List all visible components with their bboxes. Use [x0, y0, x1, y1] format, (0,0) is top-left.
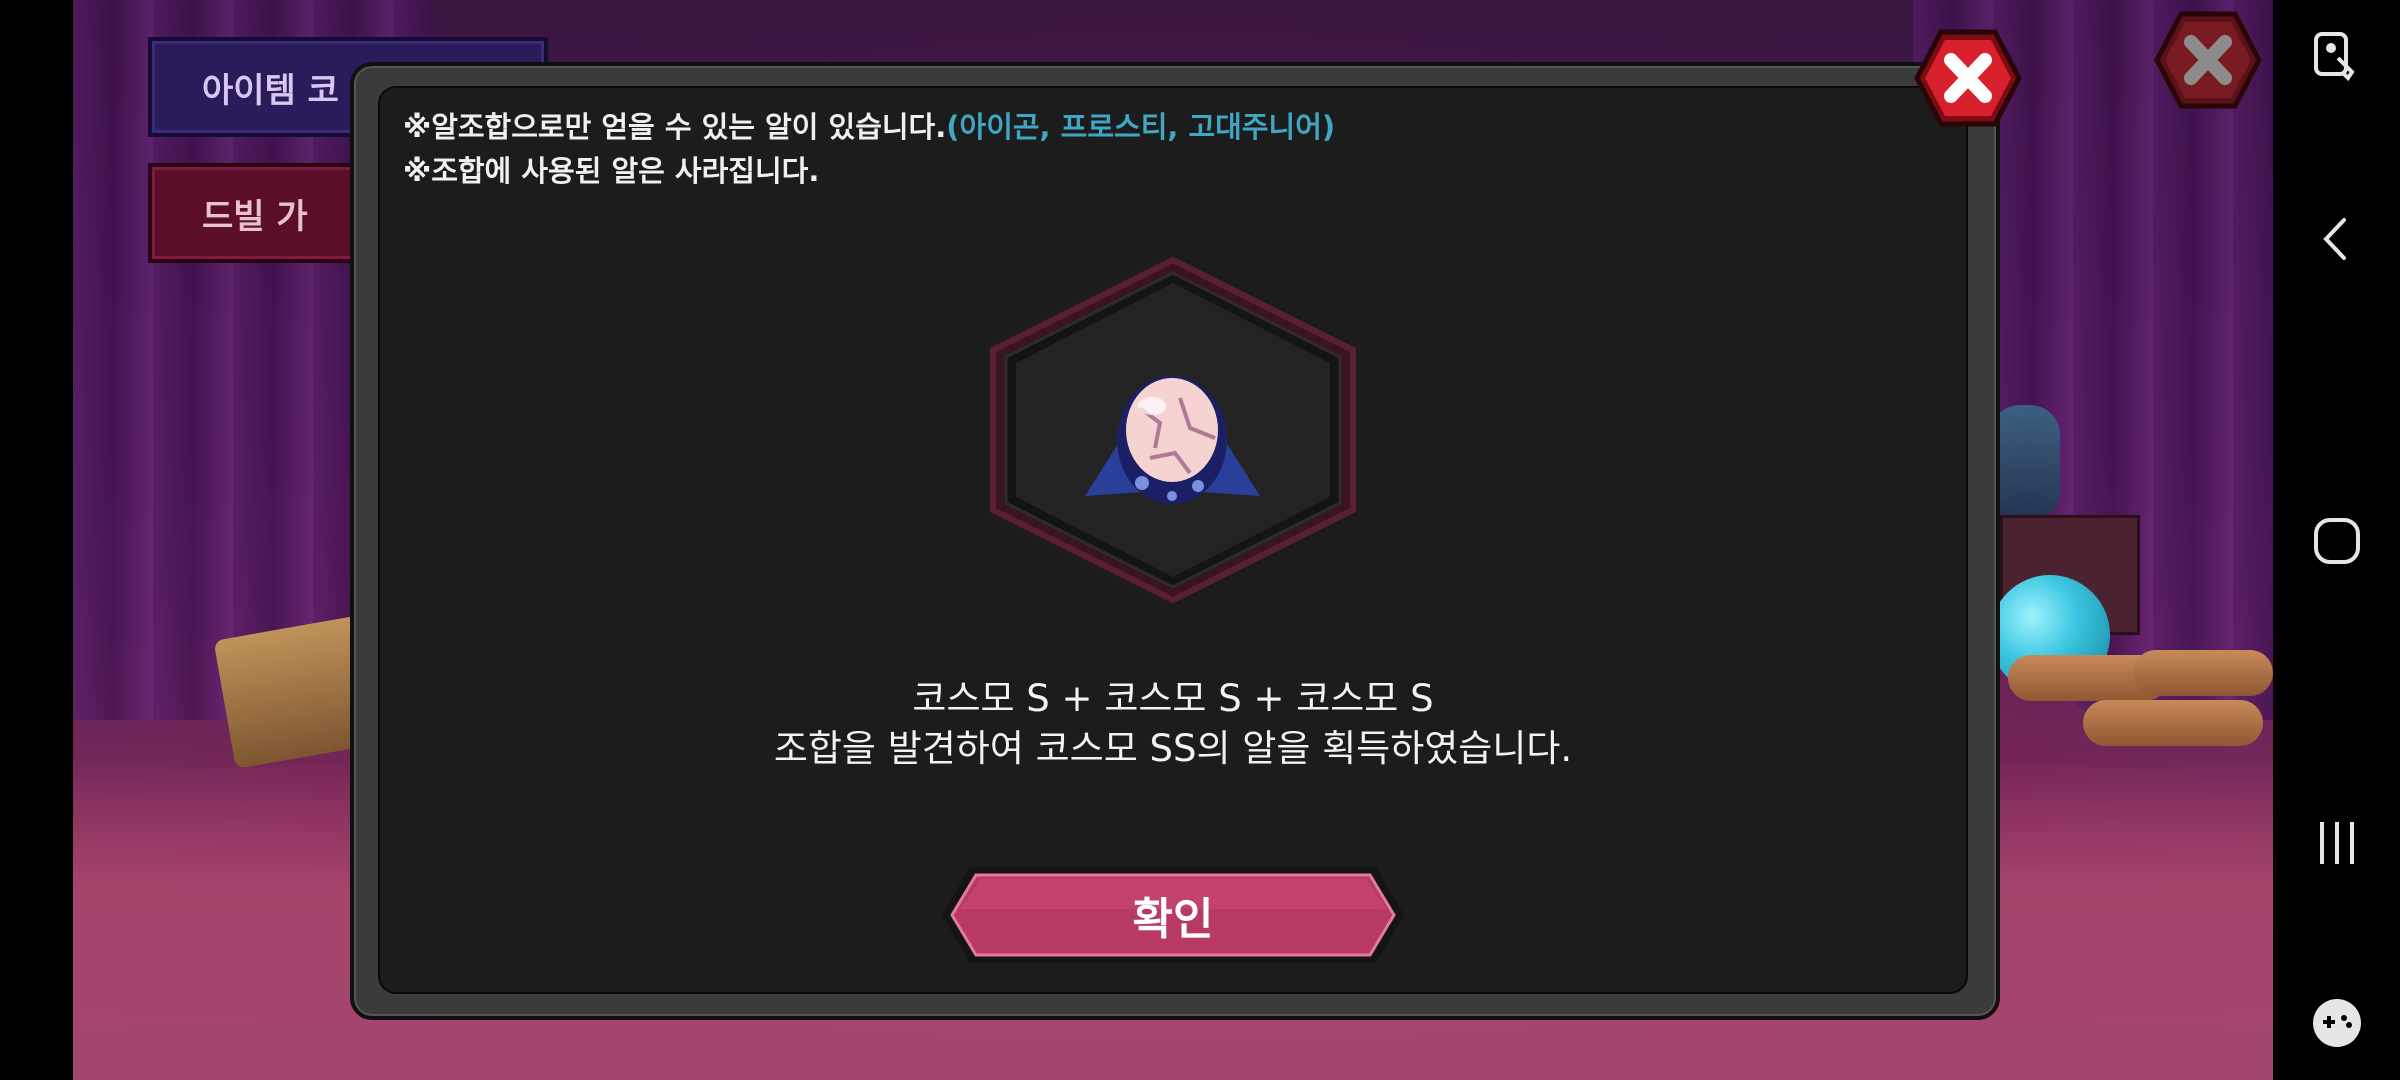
scroll-decoration [2083, 700, 2263, 746]
accessibility-icon[interactable] [2308, 28, 2366, 86]
cosmo-egg-icon [1085, 376, 1260, 504]
home-icon[interactable] [2308, 512, 2366, 570]
vase-decoration [1990, 405, 2060, 515]
notice-highlight: (아이곤, 프로스티, 고대주니어) [946, 110, 1336, 144]
combination-result-message: 조합을 발견하여 코스모 SS의 알을 획득하였습니다. [773, 727, 1573, 770]
game-controller-icon[interactable] [2308, 994, 2366, 1052]
recent-apps-icon[interactable] [2308, 814, 2366, 872]
notice-line-2: ※조합에 사용된 알은 사라집니다. [403, 154, 820, 188]
background-close-button[interactable] [2153, 10, 2263, 110]
combination-formula: 코스모 S + 코스모 S + 코스모 S [912, 677, 1434, 720]
notice-text: ※알조합으로만 얻을 수 있는 알이 있습니다. [403, 110, 947, 144]
left-black-bar [0, 0, 73, 1080]
scroll-decoration [2133, 650, 2273, 696]
confirm-button-label[interactable]: 확인 [940, 865, 1406, 965]
notice-line-1: ※알조합으로만 얻을 수 있는 알이 있습니다.(아이곤, 프로스티, 고대주니… [403, 104, 1335, 146]
back-icon[interactable] [2308, 210, 2366, 268]
dialog-close-button[interactable] [1913, 28, 2023, 128]
